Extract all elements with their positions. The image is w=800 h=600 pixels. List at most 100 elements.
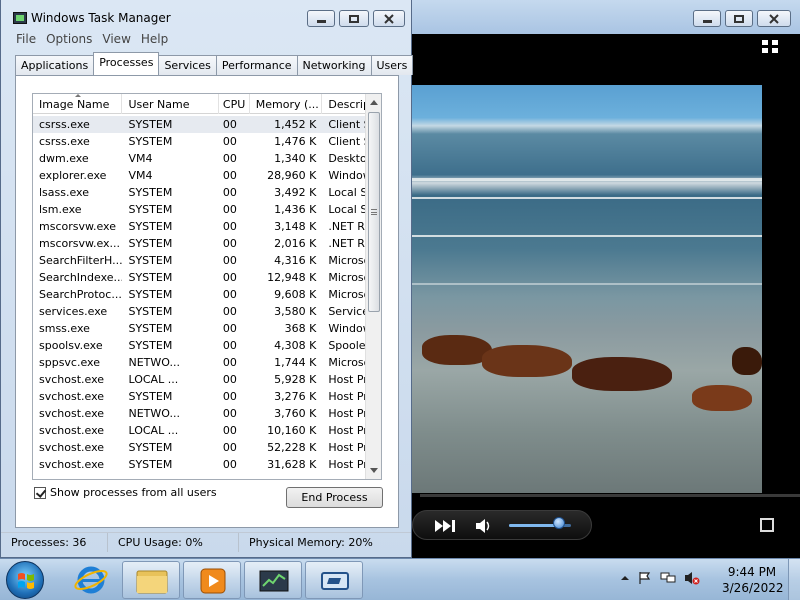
table-row[interactable]: sppsvc.exeNETWO...001,744 KMicrosoft ... bbox=[33, 354, 381, 371]
table-row[interactable]: svchost.exeLOCAL ...005,928 KHost Proc..… bbox=[33, 371, 381, 388]
cell-memory: 368 K bbox=[284, 322, 317, 335]
volume-slider-thumb[interactable] bbox=[552, 517, 565, 529]
table-row[interactable]: csrss.exeSYSTEM001,476 KClient Ser... bbox=[33, 133, 381, 150]
table-row[interactable]: smss.exeSYSTEM00368 KWindows ... bbox=[33, 320, 381, 337]
cell-user-name: LOCAL ... bbox=[128, 424, 179, 437]
network-icon[interactable] bbox=[660, 571, 676, 585]
table-row[interactable]: lsass.exeSYSTEM003,492 KLocal Sec... bbox=[33, 184, 381, 201]
cell-user-name: NETWO... bbox=[128, 407, 180, 420]
table-row[interactable]: SearchIndexe... SYSTEM 00 12,948 K Microsoft… bbox=[33, 269, 381, 286]
table-row[interactable]: SearchProtoc... SYSTEM 00 9,608 K Microsoft … bbox=[33, 286, 381, 303]
status-cpu-usage: CPU Usage: 0% bbox=[108, 533, 239, 552]
scrollbar-thumb[interactable] bbox=[368, 112, 380, 312]
cell-memory: 10,160 K bbox=[267, 424, 317, 437]
maximize-icon bbox=[734, 14, 744, 23]
start-button[interactable] bbox=[6, 561, 44, 599]
cell-user-name: SYSTEM bbox=[128, 390, 173, 403]
column-image-name[interactable]: Image Name bbox=[33, 94, 123, 114]
minimize-button[interactable] bbox=[307, 10, 335, 27]
horse bbox=[732, 347, 762, 375]
cell-memory: 1,436 K bbox=[274, 203, 317, 216]
media-player-titlebar[interactable] bbox=[402, 0, 800, 34]
scroll-down-icon[interactable] bbox=[370, 468, 378, 473]
task-manager-titlebar[interactable]: Windows Task Manager bbox=[1, 0, 411, 30]
cell-image-name: SearchIndexe... bbox=[39, 271, 123, 284]
tab-processes[interactable]: Processes bbox=[93, 52, 160, 75]
table-row[interactable]: svchost.exeSYSTEM0031,628 KHost Proc... bbox=[33, 456, 381, 473]
action-center-flag-icon[interactable] bbox=[638, 571, 652, 585]
show-all-processes-checkbox[interactable] bbox=[34, 486, 46, 499]
column-user-name[interactable]: User Name bbox=[122, 94, 219, 114]
table-row[interactable]: dwm.exeVM4001,340 KDesktop ... bbox=[33, 150, 381, 167]
process-list-scrollbar[interactable] bbox=[365, 94, 381, 479]
close-button[interactable] bbox=[373, 10, 405, 27]
menu-options[interactable]: Options bbox=[41, 30, 97, 48]
taskbar-task-manager[interactable] bbox=[244, 561, 302, 599]
taskbar-internet-explorer[interactable] bbox=[62, 561, 120, 599]
column-cpu[interactable]: CPU bbox=[219, 94, 250, 114]
cell-cpu: 00 bbox=[222, 288, 237, 301]
fullscreen-icon[interactable] bbox=[760, 518, 774, 532]
table-row[interactable]: svchost.exeSYSTEM003,276 KHost Proc... bbox=[33, 388, 381, 405]
table-row[interactable]: svchost.exeLOCAL ...0010,160 KHost Proc.… bbox=[33, 422, 381, 439]
switch-to-library-icon[interactable] bbox=[762, 40, 780, 54]
tab-services[interactable]: Services bbox=[158, 55, 217, 75]
tab-applications[interactable]: Applications bbox=[15, 55, 95, 75]
media-player-icon bbox=[200, 568, 226, 594]
table-row[interactable]: mscorsvw.ex...SYSTEM002,016 K.NET Run... bbox=[33, 235, 381, 252]
minimize-icon bbox=[316, 19, 326, 23]
table-row[interactable]: svchost.exeNETWO...003,760 KHost Proc... bbox=[33, 405, 381, 422]
task-manager-window[interactable]: Windows Task Manager File Options View H… bbox=[0, 0, 414, 558]
tab-users[interactable]: Users bbox=[370, 55, 414, 75]
volume-muted-icon[interactable] bbox=[684, 571, 700, 585]
video-area[interactable] bbox=[412, 85, 762, 493]
table-row[interactable]: mscorsvw.exeSYSTEM003,148 K.NET Run... bbox=[33, 218, 381, 235]
status-physical-memory: Physical Memory: 20% bbox=[249, 536, 373, 549]
cell-image-name: dwm.exe bbox=[39, 152, 89, 165]
menu-help[interactable]: Help bbox=[136, 30, 173, 48]
table-row[interactable]: lsm.exeSYSTEM001,436 KLocal Ses... bbox=[33, 201, 381, 218]
tab-performance[interactable]: Performance bbox=[215, 55, 298, 75]
cell-image-name: SearchFilterH... bbox=[39, 254, 123, 267]
mp-maximize-button[interactable] bbox=[725, 10, 753, 27]
table-row[interactable]: SearchFilterH... SYSTEM 00 4,316 K Microsoft… bbox=[33, 252, 381, 269]
menu-view[interactable]: View bbox=[97, 30, 135, 48]
maximize-button[interactable] bbox=[339, 10, 369, 27]
volume-icon[interactable] bbox=[475, 518, 493, 534]
next-track-icon[interactable] bbox=[433, 519, 459, 533]
cell-memory: 52,228 K bbox=[267, 441, 317, 454]
scroll-up-icon[interactable] bbox=[370, 100, 378, 105]
seek-bar[interactable] bbox=[420, 494, 800, 497]
show-desktop-button[interactable] bbox=[788, 559, 800, 600]
show-all-processes-option[interactable]: Show processes from all users bbox=[34, 486, 217, 499]
mp-close-button[interactable] bbox=[757, 10, 791, 27]
cell-cpu: 00 bbox=[222, 339, 237, 352]
playback-controls bbox=[412, 510, 592, 540]
table-row[interactable]: explorer.exeVM40028,960 KWindows ... bbox=[33, 167, 381, 184]
cell-cpu: 00 bbox=[222, 322, 237, 335]
column-memory[interactable]: Memory (... bbox=[250, 94, 323, 114]
show-hidden-icons-icon[interactable] bbox=[620, 573, 630, 583]
cell-user-name: VM4 bbox=[128, 169, 153, 182]
process-list[interactable]: Image Name User Name CPU Memory (... Des… bbox=[32, 93, 382, 480]
task-manager-app-icon bbox=[13, 12, 27, 24]
end-process-button[interactable]: End Process bbox=[286, 487, 383, 508]
taskbar-media-player[interactable] bbox=[183, 561, 241, 599]
taskbar-windows-explorer[interactable] bbox=[122, 561, 180, 599]
cell-memory: 31,628 K bbox=[267, 458, 317, 471]
table-row[interactable]: spoolsv.exeSYSTEM004,308 KSpooler S... bbox=[33, 337, 381, 354]
cell-image-name: csrss.exe bbox=[39, 135, 90, 148]
taskbar-remote-app[interactable] bbox=[305, 561, 363, 599]
cell-memory: 1,452 K bbox=[274, 118, 317, 131]
menu-file[interactable]: File bbox=[11, 30, 41, 48]
media-player-window[interactable] bbox=[402, 0, 800, 558]
system-clock[interactable]: 9:44 PM 3/26/2022 bbox=[722, 564, 784, 596]
cell-memory: 1,340 K bbox=[274, 152, 317, 165]
table-row[interactable]: csrss.exeSYSTEM001,452 KClient Ser... bbox=[33, 116, 381, 133]
table-row[interactable]: svchost.exeSYSTEM0052,228 KHost Proc... bbox=[33, 439, 381, 456]
table-row[interactable]: services.exeSYSTEM003,580 KServices ... bbox=[33, 303, 381, 320]
mp-minimize-button[interactable] bbox=[693, 10, 721, 27]
cell-image-name: svchost.exe bbox=[39, 407, 105, 420]
cell-user-name: SYSTEM bbox=[128, 118, 173, 131]
tab-networking[interactable]: Networking bbox=[296, 55, 372, 75]
